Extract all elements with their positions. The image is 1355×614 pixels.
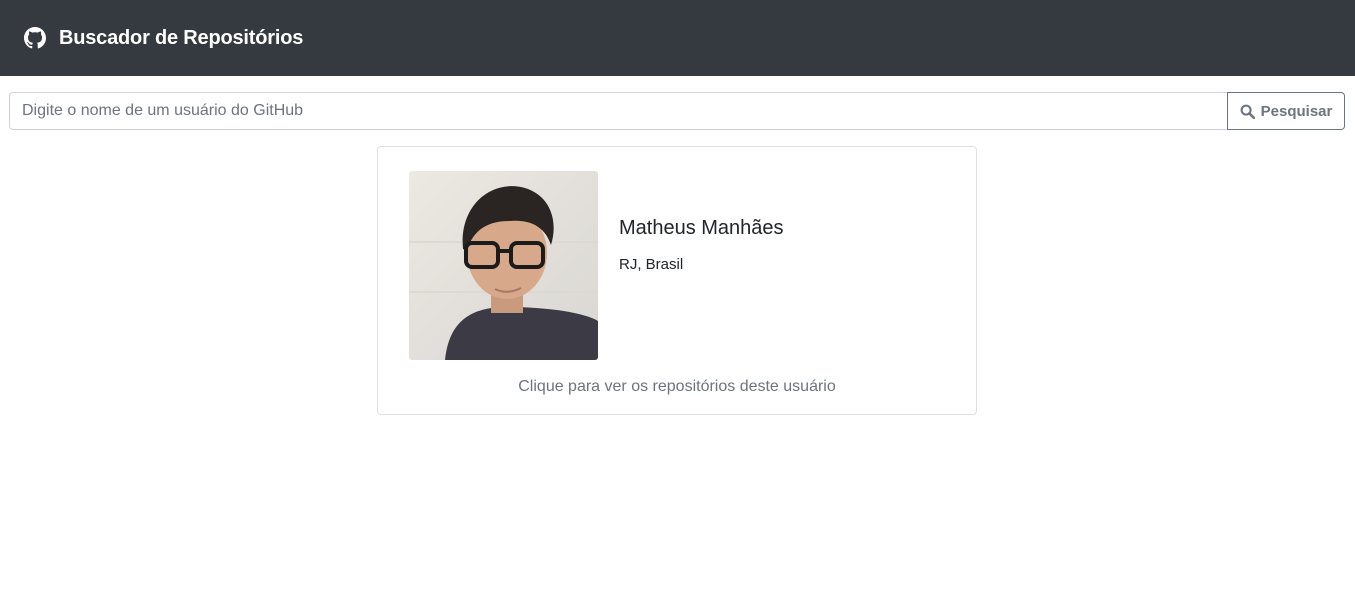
github-icon: [24, 27, 46, 49]
navbar: Buscador de Repositórios: [0, 0, 1355, 76]
search-icon: [1240, 104, 1255, 119]
search-button[interactable]: Pesquisar: [1227, 92, 1345, 130]
avatar: [409, 171, 598, 360]
card-hint: Clique para ver os repositórios deste us…: [518, 378, 836, 395]
search-bar: Pesquisar: [9, 92, 1345, 130]
app-title: Buscador de Repositórios: [59, 26, 304, 49]
user-location: RJ, Brasil: [619, 256, 684, 273]
user-card[interactable]: Matheus Manhães RJ, Brasil Clique para v…: [377, 146, 977, 415]
search-button-label: Pesquisar: [1260, 102, 1333, 120]
user-name: Matheus Manhães: [619, 217, 784, 239]
search-input[interactable]: [9, 92, 1227, 130]
